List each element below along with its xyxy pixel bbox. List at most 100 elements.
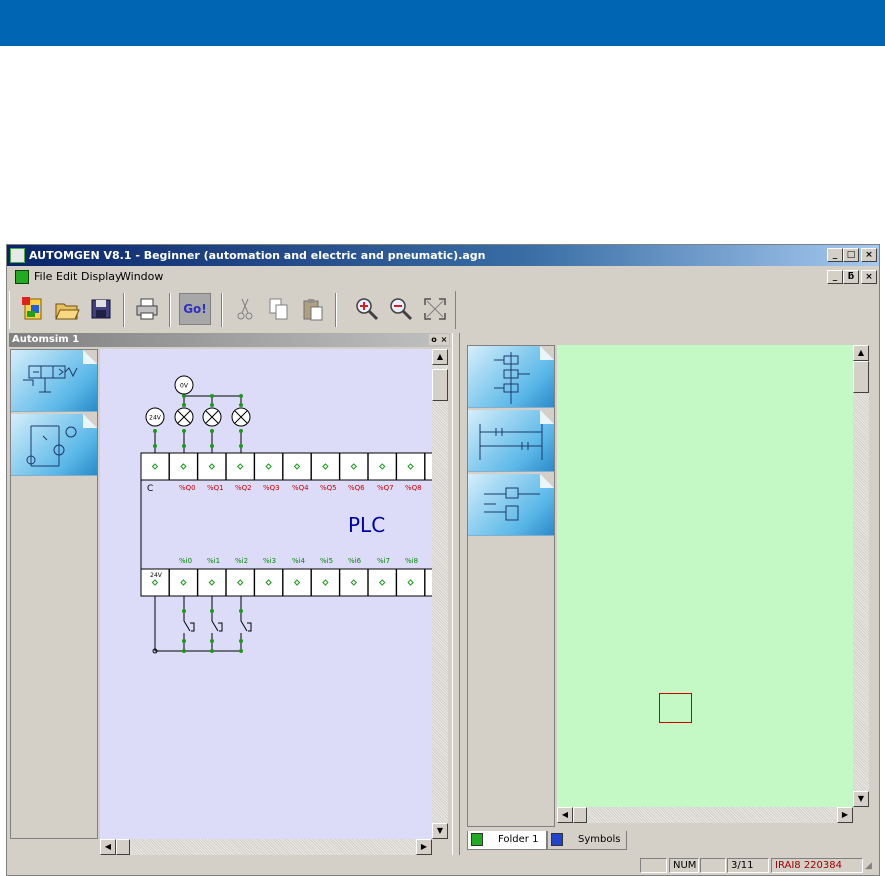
window-title: AUTOMGEN V8.1 - Beginner (automation and… — [29, 249, 486, 262]
input-label-i1: %i1 — [207, 557, 220, 565]
scroll-up-icon[interactable]: ▲ — [853, 345, 869, 361]
menu-display[interactable]: Display — [81, 270, 122, 283]
symbols-tab-icon — [551, 833, 563, 846]
output-terminal[interactable] — [396, 452, 426, 481]
simulation-canvas[interactable]: 0V 24V C PLC 24V %Q0 %Q1 %Q2 %Q3 %Q4 %Q5… — [100, 349, 432, 839]
ladder-icon — [479, 424, 543, 460]
output-terminal[interactable] — [424, 452, 432, 481]
switch-i2[interactable] — [240, 613, 252, 639]
status-num: NUM — [669, 858, 699, 873]
scroll-left-icon[interactable]: ◀ — [100, 839, 116, 855]
input-terminal[interactable] — [396, 568, 426, 597]
output-terminal[interactable] — [339, 452, 369, 481]
output-terminal[interactable] — [310, 452, 340, 481]
selection-cursor — [659, 693, 692, 723]
output-terminal[interactable] — [282, 452, 312, 481]
lamp-q0[interactable] — [174, 407, 194, 427]
resize-grip-icon[interactable]: ◢ — [865, 861, 872, 871]
input-terminal[interactable] — [367, 568, 397, 597]
scroll-thumb[interactable] — [853, 361, 869, 393]
cut-scissors-icon[interactable] — [231, 295, 259, 323]
right-horizontal-scrollbar[interactable]: ◀ ▶ — [557, 807, 853, 823]
left-horizontal-scrollbar[interactable]: ◀ ▶ — [100, 839, 432, 855]
output-terminal[interactable] — [367, 452, 397, 481]
mdi-document-icon[interactable] — [15, 270, 29, 284]
scroll-thumb[interactable] — [432, 369, 448, 401]
automsim-pane: Automsim 1 o × 0V 24V C PLC 24V %Q0 %Q1 … — [9, 333, 450, 855]
output-terminals — [140, 452, 432, 481]
palette-grafcet-thumb[interactable] — [468, 346, 554, 408]
menu-window[interactable]: Window — [120, 270, 163, 283]
output-label-q4: %Q4 — [292, 484, 309, 492]
zoom-out-icon[interactable] — [387, 295, 415, 323]
copy-icon[interactable] — [265, 295, 293, 323]
input-terminal[interactable] — [310, 568, 340, 597]
input-terminal[interactable] — [282, 568, 312, 597]
output-terminal[interactable] — [168, 452, 198, 481]
plc-diagram: 0V 24V C PLC 24V %Q0 %Q1 %Q2 %Q3 %Q4 %Q5… — [140, 375, 432, 654]
fit-to-window-icon[interactable] — [421, 295, 449, 323]
right-vertical-scrollbar[interactable]: ▲ ▼ — [853, 345, 869, 807]
scroll-thumb[interactable] — [573, 807, 587, 823]
output-terminal[interactable] — [197, 452, 227, 481]
mdi-close-button[interactable]: × — [861, 270, 877, 284]
print-icon[interactable] — [133, 295, 161, 323]
input-terminal[interactable] — [424, 568, 432, 597]
left-vertical-scrollbar[interactable]: ▲ ▼ — [432, 349, 448, 839]
tab-folder-1[interactable]: Folder 1 — [467, 831, 547, 850]
status-position: 3/11 — [727, 858, 769, 873]
pane-splitter[interactable] — [452, 333, 460, 855]
minimize-button[interactable]: _ — [827, 248, 843, 262]
lamp-q1[interactable] — [202, 407, 222, 427]
switch-i0[interactable] — [183, 613, 195, 639]
maximize-button[interactable]: □ — [843, 248, 859, 262]
pane-close-icon[interactable]: × — [439, 334, 449, 345]
save-disk-icon[interactable] — [87, 295, 115, 323]
input-terminal[interactable] — [168, 568, 198, 597]
zoom-in-icon[interactable] — [353, 295, 381, 323]
mdi-minimize-button[interactable]: _ — [827, 270, 843, 284]
plc-label: PLC — [348, 513, 385, 537]
supply-0v[interactable]: 0V — [174, 375, 194, 395]
go-button[interactable]: Go! — [179, 293, 211, 325]
input-common-24v: 24V — [150, 572, 163, 579]
palette-pneumatic-thumb[interactable] — [11, 350, 97, 412]
palette-blocks-thumb[interactable] — [468, 474, 554, 536]
supply-0v-label: 0V — [180, 383, 189, 390]
input-terminal[interactable] — [254, 568, 284, 597]
new-project-icon[interactable] — [19, 295, 47, 323]
lamp-q2[interactable] — [231, 407, 251, 427]
open-folder-icon[interactable] — [53, 295, 81, 323]
toolbar-separator — [123, 293, 125, 327]
toolbar-separator — [169, 293, 171, 327]
tab-symbols-label: Symbols — [578, 834, 621, 845]
input-label-i7: %i7 — [377, 557, 390, 565]
status-code: IRAI8 220384 — [771, 858, 863, 873]
paste-clipboard-icon[interactable] — [299, 295, 327, 323]
scroll-up-icon[interactable]: ▲ — [432, 349, 448, 365]
input-terminal[interactable] — [225, 568, 255, 597]
output-terminal[interactable] — [225, 452, 255, 481]
palette-electric-thumb[interactable] — [11, 414, 97, 476]
tab-symbols[interactable]: Symbols — [547, 831, 627, 850]
scroll-left-icon[interactable]: ◀ — [557, 807, 573, 823]
close-button[interactable]: × — [861, 248, 877, 262]
status-cell-empty — [700, 858, 726, 873]
supply-24v[interactable]: 24V — [145, 407, 165, 427]
pane-pin-icon[interactable]: o — [429, 334, 439, 345]
mdi-restore-button[interactable]: ƃ — [843, 270, 859, 284]
switch-i1[interactable] — [211, 613, 223, 639]
menu-file[interactable]: File — [34, 270, 52, 283]
menu-edit[interactable]: Edit — [56, 270, 77, 283]
scroll-right-icon[interactable]: ▶ — [416, 839, 432, 855]
scroll-right-icon[interactable]: ▶ — [837, 807, 853, 823]
scroll-thumb[interactable] — [116, 839, 130, 855]
input-terminal[interactable] — [339, 568, 369, 597]
input-terminal[interactable] — [197, 568, 227, 597]
palette-ladder-thumb[interactable] — [468, 410, 554, 472]
output-terminal[interactable] — [254, 452, 284, 481]
scroll-down-icon[interactable]: ▼ — [853, 791, 869, 807]
scroll-down-icon[interactable]: ▼ — [432, 823, 448, 839]
output-terminal[interactable] — [140, 452, 170, 481]
editor-canvas[interactable] — [557, 345, 853, 807]
